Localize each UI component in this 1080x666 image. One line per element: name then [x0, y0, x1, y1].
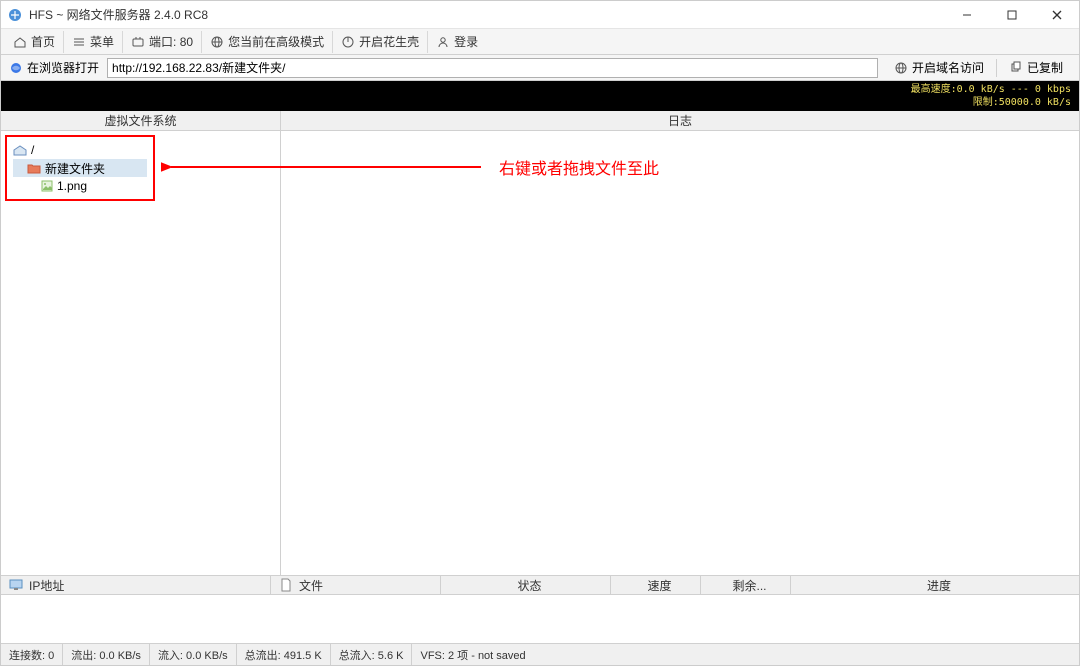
- ie-icon: [9, 61, 23, 75]
- panel-headers: 虚拟文件系统 日志: [1, 111, 1079, 131]
- log-panel[interactable]: [281, 131, 1079, 575]
- copy-icon: [1009, 61, 1023, 75]
- peanut-button[interactable]: 开启花生壳: [333, 31, 428, 53]
- app-icon: [7, 7, 23, 23]
- globe-icon: [210, 35, 224, 49]
- address-bar: 在浏览器打开 开启域名访问 已复制: [1, 55, 1079, 81]
- image-file-icon: [41, 180, 53, 192]
- vfs-panel[interactable]: / 新建文件夹 1.png: [1, 131, 281, 575]
- copy-label: 已复制: [1027, 59, 1063, 76]
- col-progress[interactable]: 进度: [791, 576, 1079, 594]
- menu-button[interactable]: 菜单: [64, 31, 123, 53]
- port-label: 端口: 80: [149, 33, 193, 50]
- main-area: / 新建文件夹 1.png 右键或者拖拽文件至此: [1, 131, 1079, 575]
- url-input[interactable]: [107, 58, 878, 78]
- maximize-button[interactable]: [989, 1, 1034, 28]
- col-status-label: 状态: [517, 577, 541, 594]
- connections-body[interactable]: [1, 595, 1079, 643]
- connections-header: IP地址 文件 状态 速度 剩余... 进度: [1, 575, 1079, 595]
- window-title: HFS ~ 网络文件服务器 2.4.0 RC8: [29, 6, 944, 23]
- col-progress-label: 进度: [927, 577, 951, 594]
- tree-root-label: /: [31, 143, 34, 157]
- col-ip[interactable]: IP地址: [1, 576, 271, 594]
- mode-button[interactable]: 您当前在高级模式: [202, 31, 333, 53]
- col-speed-label: 速度: [647, 577, 671, 594]
- tree-file-label: 1.png: [57, 179, 87, 193]
- mode-label: 您当前在高级模式: [228, 33, 324, 50]
- annotation-text: 右键或者拖拽文件至此: [499, 155, 659, 179]
- speed-limit: 限制:50000.0 kB/s: [911, 96, 1071, 109]
- home-button[interactable]: 首页: [5, 31, 64, 53]
- col-remain[interactable]: 剩余...: [701, 576, 791, 594]
- menu-label: 菜单: [90, 33, 114, 50]
- col-status[interactable]: 状态: [441, 576, 611, 594]
- status-vfs: VFS: 2 项 - not saved: [412, 644, 533, 665]
- peanut-label: 开启花生壳: [359, 33, 419, 50]
- home-label: 首页: [31, 33, 55, 50]
- log-header: 日志: [281, 111, 1079, 130]
- col-file-label: 文件: [299, 577, 323, 594]
- open-browser-button[interactable]: 在浏览器打开: [5, 59, 103, 76]
- monitor-icon: [9, 578, 23, 592]
- port-icon: [131, 35, 145, 49]
- speed-band: 最高速度:0.0 kB/s --- 0 kbps 限制:50000.0 kB/s: [1, 81, 1079, 111]
- status-total-out: 总流出: 491.5 K: [237, 644, 331, 665]
- minimize-button[interactable]: [944, 1, 989, 28]
- open-browser-label: 在浏览器打开: [27, 59, 99, 76]
- col-file[interactable]: 文件: [271, 576, 441, 594]
- col-speed[interactable]: 速度: [611, 576, 701, 594]
- power-icon: [341, 35, 355, 49]
- home-icon: [13, 35, 27, 49]
- globe-icon: [894, 61, 908, 75]
- status-total-in: 总流入: 5.6 K: [331, 644, 413, 665]
- login-label: 登录: [454, 33, 478, 50]
- status-bar: 连接数: 0 流出: 0.0 KB/s 流入: 0.0 KB/s 总流出: 49…: [1, 643, 1079, 665]
- tree-folder-label: 新建文件夹: [45, 160, 105, 177]
- tree-folder[interactable]: 新建文件夹: [13, 159, 147, 177]
- status-connections: 连接数: 0: [1, 644, 63, 665]
- vfs-header: 虚拟文件系统: [1, 111, 281, 130]
- dyndns-label: 开启域名访问: [912, 59, 984, 76]
- status-out: 流出: 0.0 KB/s: [63, 644, 150, 665]
- file-icon: [279, 578, 293, 592]
- tree-root[interactable]: /: [13, 141, 147, 159]
- copy-button[interactable]: 已复制: [1003, 57, 1069, 78]
- user-icon: [436, 35, 450, 49]
- status-in: 流入: 0.0 KB/s: [150, 644, 237, 665]
- port-button[interactable]: 端口: 80: [123, 31, 202, 53]
- home-folder-icon: [13, 143, 27, 157]
- window-titlebar: HFS ~ 网络文件服务器 2.4.0 RC8: [1, 1, 1079, 29]
- dyndns-button[interactable]: 开启域名访问: [888, 57, 990, 78]
- close-button[interactable]: [1034, 1, 1079, 28]
- annotation-box: / 新建文件夹 1.png: [5, 135, 155, 201]
- folder-icon: [27, 162, 41, 174]
- col-remain-label: 剩余...: [732, 577, 766, 594]
- hamburger-icon: [72, 35, 86, 49]
- separator: [996, 59, 997, 77]
- annotation-arrow: [161, 157, 491, 177]
- col-ip-label: IP地址: [29, 577, 64, 594]
- login-button[interactable]: 登录: [428, 31, 486, 53]
- main-toolbar: 首页 菜单 端口: 80 您当前在高级模式 开启花生壳 登录: [1, 29, 1079, 55]
- tree-file[interactable]: 1.png: [13, 177, 147, 195]
- speed-max: 最高速度:0.0 kB/s --- 0 kbps: [911, 83, 1071, 96]
